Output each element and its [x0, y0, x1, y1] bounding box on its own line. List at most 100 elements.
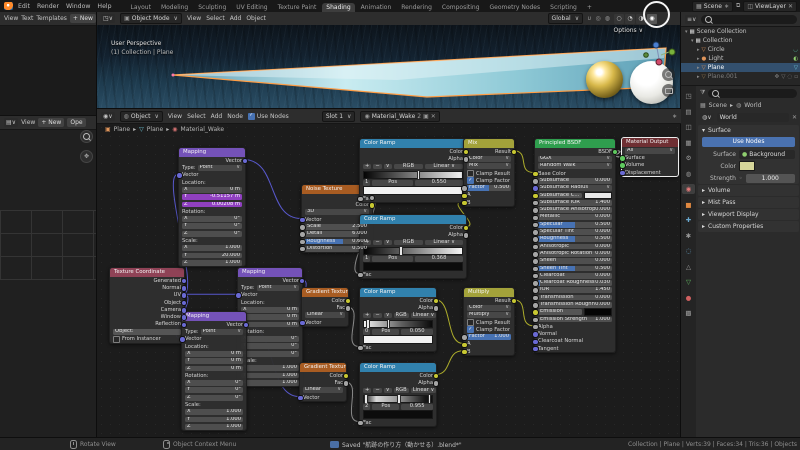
- menu-help[interactable]: Help: [97, 3, 111, 10]
- vec-row[interactable]: X0°: [179, 215, 245, 222]
- metallic-row[interactable]: Metallic0.000: [535, 214, 615, 221]
- vec-row[interactable]: Z1.000: [179, 259, 245, 266]
- menu-object[interactable]: Object: [246, 15, 266, 22]
- input-socket[interactable]: [357, 420, 364, 427]
- menu-view[interactable]: View: [4, 15, 18, 22]
- slot-selector[interactable]: Slot 1∨: [322, 111, 356, 122]
- vec-row[interactable]: Y0°: [179, 223, 245, 230]
- proportional-editing-icon[interactable]: ◎: [596, 15, 601, 22]
- linear-row[interactable]: Linear∨: [300, 387, 346, 394]
- input-socket[interactable]: [532, 295, 539, 302]
- gradient-row[interactable]: [360, 247, 466, 256]
- output-socket[interactable]: [345, 305, 352, 312]
- tab-tool-icon[interactable]: ◳: [682, 91, 695, 101]
- blender-logo-icon[interactable]: [4, 2, 13, 10]
- input-socket[interactable]: [619, 162, 626, 169]
- viewport-display-panel[interactable]: ▸Viewport Display: [698, 209, 799, 220]
- shader-type-selector[interactable]: ◍ Object∨: [120, 111, 163, 122]
- gradient-row[interactable]: [360, 171, 466, 180]
- volume-panel[interactable]: ▸Volume: [698, 185, 799, 196]
- open-image-button[interactable]: Ope: [67, 118, 85, 127]
- output-socket[interactable]: [181, 314, 188, 321]
- viewport-3d[interactable]: ◳∨ ▣ Object Mode∨ View Select Add Object…: [96, 12, 681, 108]
- controls-row[interactable]: +−∨RGBLinear ∨: [360, 387, 436, 395]
- vec-row[interactable]: Z1.000: [182, 423, 246, 430]
- vec-row[interactable]: Z0°: [238, 350, 302, 357]
- input-socket[interactable]: [532, 287, 539, 294]
- new-text-button[interactable]: + New: [70, 14, 96, 23]
- tab-output-icon[interactable]: ◫: [682, 122, 695, 132]
- node-ramp1[interactable]: Color RampColorAlpha+−∨RGBLinear ∨1Pos0.…: [359, 138, 467, 203]
- input-socket[interactable]: [461, 200, 468, 207]
- vec-row[interactable]: Y0°: [238, 343, 302, 350]
- distortion-row[interactable]: Distortion0.500: [302, 245, 372, 252]
- vec-row[interactable]: Z0.00208 m: [179, 201, 245, 208]
- input-socket[interactable]: [532, 251, 539, 258]
- input-socket[interactable]: [532, 178, 539, 185]
- tab-modeling[interactable]: Modeling: [157, 3, 192, 12]
- input-socket[interactable]: [297, 395, 304, 402]
- roughness-row[interactable]: Roughness0.500: [535, 236, 615, 243]
- tab-layout[interactable]: Layout: [127, 3, 155, 12]
- camera-gizmo-icon[interactable]: [662, 84, 675, 97]
- input-socket[interactable]: [619, 155, 626, 162]
- sheen-tint-row[interactable]: Sheen Tint0.500: [535, 265, 615, 272]
- vec-row[interactable]: Z0 m: [182, 365, 246, 372]
- factor-row[interactable]: Factor1.000: [464, 333, 514, 340]
- move-tool-icon[interactable]: ✥: [80, 150, 93, 163]
- scale-row[interactable]: Scale2.500: [302, 223, 372, 230]
- tab-material-icon[interactable]: ●: [682, 293, 695, 303]
- menu-add[interactable]: Add: [230, 15, 242, 22]
- vec-row[interactable]: X1.000: [179, 245, 245, 252]
- input-socket[interactable]: [532, 222, 539, 229]
- anisotropic-rotation-row[interactable]: Anisotropic Rotation0.000: [535, 250, 615, 257]
- new-image-button[interactable]: + New: [38, 118, 64, 127]
- tab-shading[interactable]: Shading: [322, 3, 354, 12]
- input-socket[interactable]: [532, 317, 539, 324]
- all-row[interactable]: All∨: [622, 147, 678, 154]
- input-socket[interactable]: [299, 231, 306, 238]
- node-grad2[interactable]: Gradient TextureColorFacLinear∨Vector: [299, 362, 347, 402]
- node-mapping3[interactable]: MappingVectorType:Point∨VectorLocation:X…: [181, 311, 247, 431]
- transmission-row[interactable]: Transmission0.000: [535, 294, 615, 301]
- input-socket[interactable]: [299, 217, 306, 224]
- surface-panel-header[interactable]: ▾Surface: [698, 125, 799, 136]
- transmission-roughness-row[interactable]: Transmission Roughness0.000: [535, 301, 615, 308]
- vec-row[interactable]: Z1.000: [238, 379, 302, 386]
- tab-modifiers-icon[interactable]: ✚: [682, 215, 695, 225]
- vec-row[interactable]: Z0°: [182, 394, 246, 401]
- input-socket[interactable]: [532, 266, 539, 273]
- input-socket[interactable]: [532, 346, 539, 353]
- output-socket[interactable]: [433, 380, 440, 387]
- input-socket[interactable]: [532, 185, 539, 192]
- tab-compositing[interactable]: Compositing: [438, 3, 484, 12]
- pin-icon[interactable]: ∗: [724, 3, 729, 10]
- node-principled[interactable]: Principled BSDFBSDFGGX∨Random Walk∨Base …: [534, 138, 616, 353]
- input-socket[interactable]: [235, 292, 242, 299]
- input-socket[interactable]: [532, 207, 539, 214]
- point-row[interactable]: Type:Point∨: [182, 328, 246, 335]
- clearcoat-row[interactable]: Clearcoat0.000: [535, 272, 615, 279]
- tab-uv-editing[interactable]: UV Editing: [232, 3, 271, 12]
- vec-row[interactable]: Y0°: [182, 387, 246, 394]
- input-socket[interactable]: [299, 239, 306, 246]
- input-socket[interactable]: [532, 193, 539, 200]
- tab-rendering[interactable]: Rendering: [397, 3, 436, 12]
- tab-world-active-icon[interactable]: ◉: [682, 184, 695, 194]
- node-header[interactable]: Texture Coordinate: [110, 268, 184, 277]
- outliner-row-collection[interactable]: ▾▦ Collection: [681, 36, 800, 45]
- menu-view[interactable]: View: [187, 15, 201, 22]
- node-header[interactable]: Color Ramp: [360, 363, 436, 372]
- menu-render[interactable]: Render: [37, 3, 59, 10]
- properties-search-input[interactable]: [708, 89, 797, 98]
- tab-sculpting[interactable]: Sculpting: [194, 3, 230, 12]
- use-nodes-button[interactable]: Use Nodes: [702, 137, 795, 147]
- roughness-row[interactable]: Roughness0.600: [302, 238, 372, 245]
- node-header[interactable]: Mapping: [179, 148, 245, 157]
- surface-shader-selector[interactable]: ● Background: [739, 150, 795, 159]
- vec-row[interactable]: Y0 m: [182, 357, 246, 364]
- world-datablock-icon[interactable]: ◍∨: [700, 113, 714, 122]
- input-socket[interactable]: [532, 280, 539, 287]
- node-header[interactable]: Multiply: [464, 288, 514, 297]
- menu-text[interactable]: Text: [21, 15, 33, 22]
